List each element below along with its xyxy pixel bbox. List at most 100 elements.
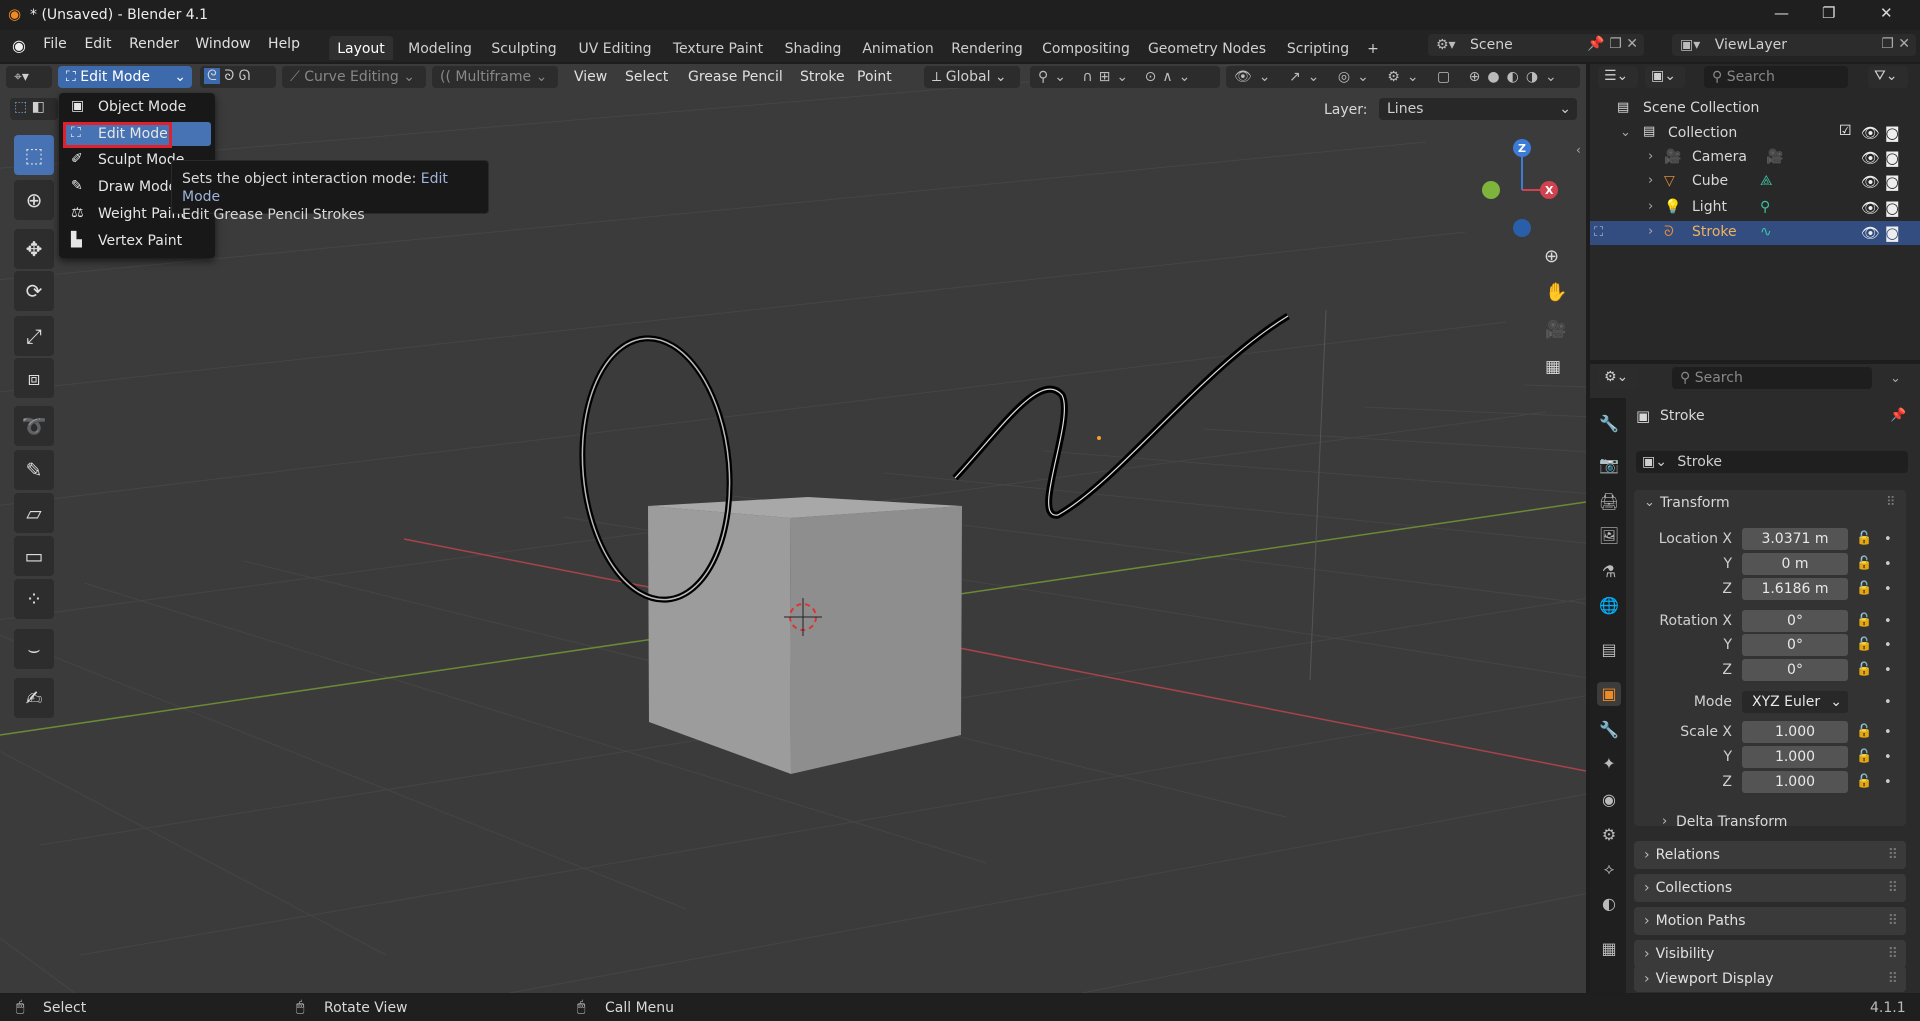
lock-icon[interactable]: 🔓 (1856, 557, 1872, 570)
constraints-tab-icon[interactable]: ⟡ (1597, 857, 1621, 881)
scale-x-field[interactable]: 1.000 (1742, 721, 1848, 743)
curve-tool-icon[interactable]: ➰ (14, 406, 54, 446)
properties-editor-type[interactable]: ⚙⌄ (1598, 367, 1638, 389)
editor-type-button[interactable]: ⌖▾ (6, 66, 52, 88)
delta-transform-header[interactable]: Delta Transform (1676, 815, 1787, 829)
object-browse-icon[interactable]: ▣⌄ (1642, 454, 1667, 470)
menu-render[interactable]: Render (129, 36, 179, 52)
menu-item-object-mode[interactable]: ▣ Object Mode (63, 95, 211, 119)
lock-icon[interactable]: 🔓 (1856, 582, 1872, 595)
world-tab-icon[interactable]: 🌐 (1597, 594, 1621, 618)
data-tab-icon[interactable]: ◐ (1597, 892, 1621, 916)
keyframe-dot-icon[interactable]: • (1884, 615, 1892, 628)
drag-handle-icon[interactable]: ⠿ (1888, 946, 1898, 962)
properties-search[interactable]: ⚲ Search (1672, 367, 1872, 389)
panel-relations[interactable]: › Relations ⠿ (1634, 841, 1906, 869)
filter-button[interactable]: ⛛⌄ (1868, 66, 1908, 88)
output-tab-icon[interactable]: 🖨 (1597, 490, 1621, 514)
menu-grease-pencil[interactable]: Grease Pencil (688, 69, 783, 85)
scene-name[interactable]: Scene (1470, 37, 1513, 53)
tab-layout[interactable]: Layout (329, 36, 393, 60)
camera-view-icon[interactable]: 🎥 (1545, 322, 1566, 339)
scale-tool-icon[interactable]: ⤢ (14, 316, 54, 356)
rotate-tool-icon[interactable]: ⟳ (14, 271, 54, 311)
drag-handle-icon[interactable]: ⠿ (1886, 496, 1896, 509)
outliner-item-light[interactable]: Light (1692, 200, 1727, 214)
lock-icon[interactable]: 🔓 (1856, 614, 1872, 627)
keyframe-dot-icon[interactable]: • (1884, 696, 1892, 709)
view-layer-name[interactable]: ViewLayer (1715, 37, 1787, 53)
multiframe-toggle[interactable]: (( Multiframe ⌄ (432, 66, 558, 88)
camera-data-icon[interactable]: 🎥 (1766, 150, 1783, 164)
menu-stroke[interactable]: Stroke (800, 69, 845, 85)
expand-chevron-icon[interactable]: › (1648, 174, 1653, 187)
tab-geometry-nodes[interactable]: Geometry Nodes (1140, 36, 1274, 60)
stroke-data-icon[interactable]: ∿ (1760, 225, 1772, 239)
maximize-button[interactable]: ❐ (1822, 6, 1835, 21)
physics-tab-icon[interactable]: ⚙ (1597, 823, 1621, 847)
box-deform-tool-icon[interactable]: ▭ (14, 536, 54, 576)
selection-box-mode[interactable]: ⬚ ◧ (10, 98, 58, 120)
expand-chevron-icon[interactable]: › (1648, 150, 1653, 163)
stroke-mode-icon[interactable]: ᘐ (224, 68, 234, 84)
view-layer-tab-icon[interactable]: 🖼 (1597, 524, 1621, 548)
texture-tab-icon[interactable]: ▦ (1597, 937, 1621, 961)
render-camera-icon[interactable]: ◙ (1885, 149, 1900, 167)
tint-tool-icon[interactable]: ✎ (14, 450, 54, 490)
select-box-icon[interactable]: ⬚ (14, 99, 27, 115)
rotation-z-field[interactable]: 0° (1742, 659, 1848, 681)
gizmo-x-label[interactable]: X (1545, 185, 1553, 196)
menu-file[interactable]: File (43, 36, 66, 52)
tab-animation[interactable]: Animation (854, 36, 941, 60)
rotation-mode-dropdown[interactable]: XYZ Euler ⌄ (1742, 691, 1848, 713)
annotate-tool-icon[interactable]: ✍ (14, 678, 54, 718)
options-chevron-icon[interactable]: ⌄ (1890, 372, 1901, 385)
collection-label[interactable]: Collection (1668, 126, 1737, 140)
panel-visibility[interactable]: › Visibility ⠿ (1634, 940, 1906, 968)
close-window-button[interactable]: ✕ (1880, 6, 1893, 21)
zoom-view-icon[interactable]: ⊕ (1544, 248, 1559, 266)
tab-sculpting[interactable]: Sculpting (483, 36, 564, 60)
tab-rendering[interactable]: Rendering (943, 36, 1031, 60)
tab-compositing[interactable]: Compositing (1034, 36, 1138, 60)
keyframe-dot-icon[interactable]: • (1884, 726, 1892, 739)
location-z-field[interactable]: 1.6186 m (1742, 578, 1848, 600)
select-mode-buttons[interactable]: ᘓ ᘐ ᘏ (200, 66, 276, 88)
scene-actions-icon[interactable]: 📌 ❐ ✕ (1587, 36, 1638, 52)
visibility-eye-icon[interactable]: 👁 (1861, 124, 1880, 142)
radius-tool-icon[interactable]: ⁘ (14, 579, 54, 619)
collapse-chevron-icon[interactable]: ⌄ (1620, 126, 1631, 139)
mode-dropdown[interactable]: ⛶ Edit Mode ⌄ (58, 66, 192, 88)
tab-add-workspace[interactable]: + (1359, 36, 1387, 60)
drag-handle-icon[interactable]: ⠿ (1888, 971, 1898, 987)
collection-tab-icon[interactable]: ▤ (1597, 638, 1621, 662)
curve-editing-toggle[interactable]: ⟋ Curve Editing ⌄ (282, 66, 426, 88)
drag-handle-icon[interactable]: ⠿ (1888, 880, 1898, 896)
sidebar-toggle-icon[interactable]: ‹ (1576, 144, 1581, 156)
interpolate-tool-icon[interactable]: ⌣ (14, 629, 54, 669)
panel-collections[interactable]: › Collections ⠿ (1634, 874, 1906, 902)
view-layer-selector[interactable]: ▣▾ ViewLayer ❐ ✕ (1672, 34, 1916, 56)
gizmo-z-label[interactable]: Z (1518, 143, 1526, 154)
keyframe-dot-icon[interactable]: • (1884, 751, 1892, 764)
snapping-proportional-tools[interactable]: ⚲⌄ ∩⊞⌄ ⊙∧⌄ (1030, 66, 1220, 88)
lock-icon[interactable]: 🔓 (1856, 663, 1872, 676)
scale-y-field[interactable]: 1.000 (1742, 746, 1848, 768)
keyframe-dot-icon[interactable]: • (1884, 558, 1892, 571)
location-y-field[interactable]: 0 m (1742, 553, 1848, 575)
particles-tab-icon[interactable]: ◉ (1597, 788, 1621, 812)
object-datablock-field[interactable]: ▣⌄ Stroke (1636, 451, 1908, 473)
visibility-eye-icon[interactable]: 👁 (1861, 149, 1880, 167)
shear-tool-icon[interactable]: ▱ (14, 493, 54, 533)
visibility-eye-icon[interactable]: 👁 (1861, 173, 1880, 191)
orientation-dropdown[interactable]: ⟂ Global ⌄ (924, 66, 1020, 88)
pan-hand-icon[interactable]: ✋ (1545, 284, 1567, 302)
overlay-shading-tools[interactable]: 👁⌄ ↗⌄ ◎⌄ ⚙⌄ ▢ ⊕●◐◑⌄ (1226, 66, 1580, 88)
visibility-eye-icon[interactable]: 👁 (1861, 199, 1880, 217)
panel-viewport-display[interactable]: › Viewport Display ⠿ (1634, 966, 1906, 992)
menu-help[interactable]: Help (268, 36, 300, 52)
segment-mode-icon[interactable]: ᘏ (239, 68, 251, 84)
menu-item-vertex-paint[interactable]: ▙ Vertex Paint (63, 229, 211, 253)
display-mode-button[interactable]: ▣⌄ (1645, 66, 1685, 88)
minimize-button[interactable]: — (1774, 6, 1789, 21)
